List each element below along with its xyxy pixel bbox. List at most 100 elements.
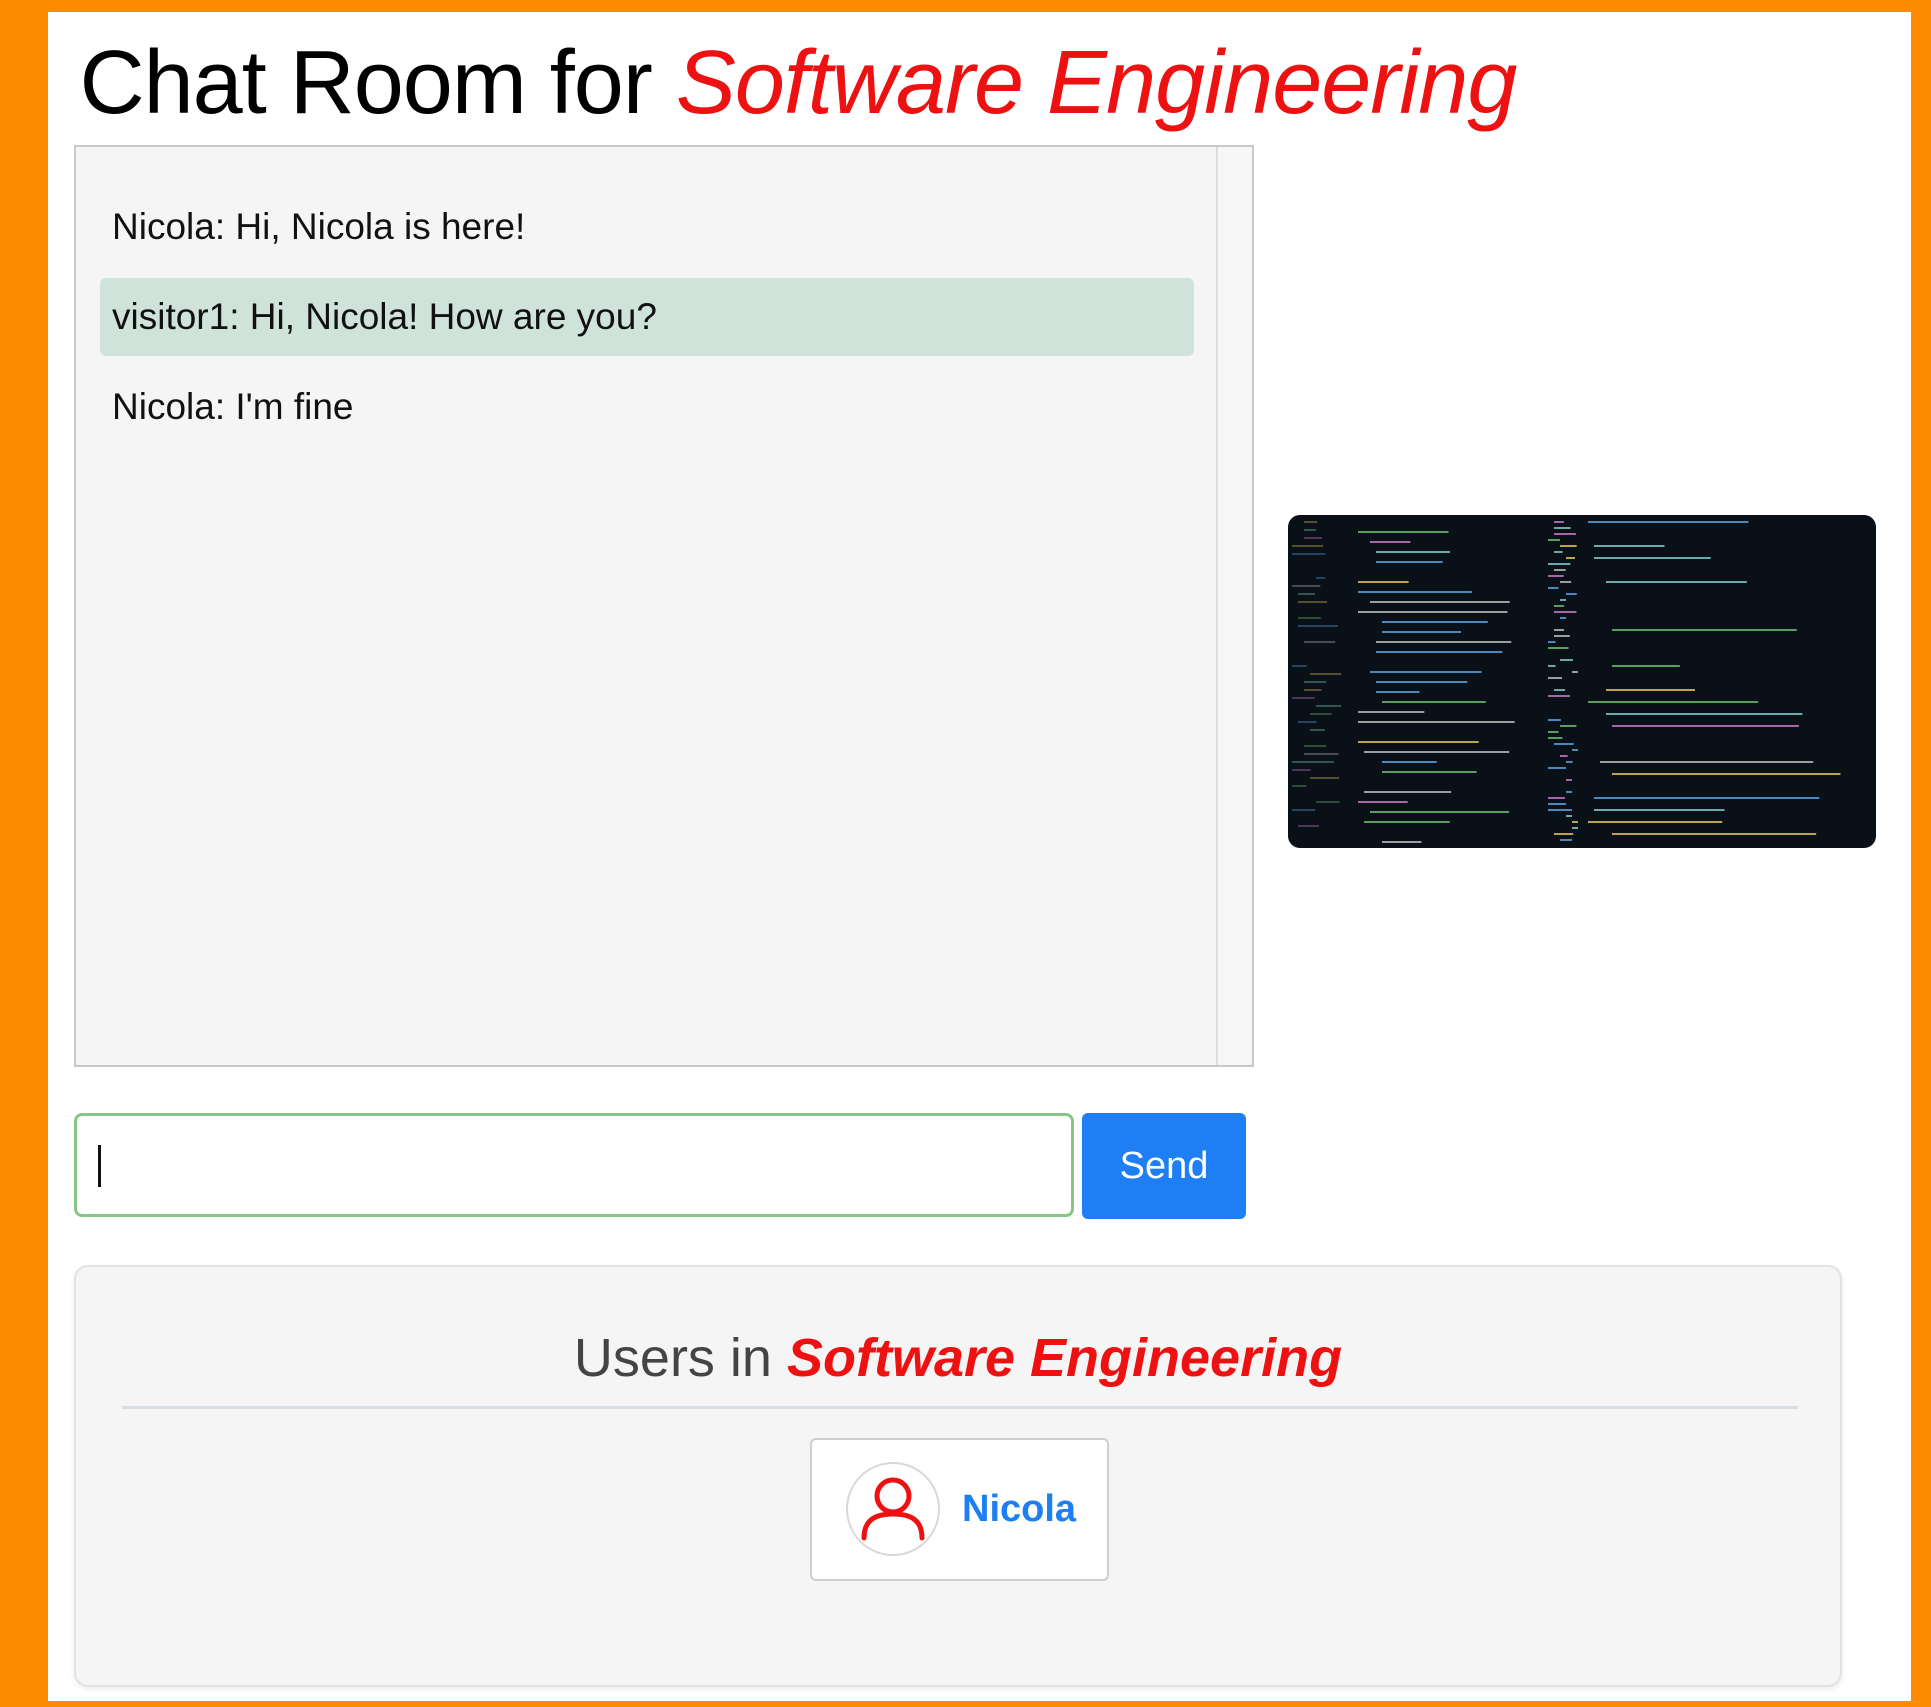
code-line [1298,721,1317,723]
code-line [1310,673,1342,675]
code-line [1316,801,1340,803]
code-line [1304,689,1322,691]
code-line [1554,527,1571,529]
code-line [1554,569,1566,571]
users-title-room: Software Engineering [786,1328,1343,1388]
avatar [846,1462,940,1556]
code-line [1612,833,1817,835]
code-line [1548,803,1566,805]
code-line [1370,601,1510,603]
code-line [1316,577,1326,579]
code-line [1606,581,1747,583]
code-line [1572,749,1578,751]
code-line [1298,593,1315,595]
code-line [1560,725,1577,727]
code-line [1548,575,1564,577]
code-line [1548,767,1566,769]
code-line [1572,671,1578,673]
code-line [1606,689,1696,691]
code-line [1292,761,1334,763]
code-line [1292,697,1315,699]
code-line [1588,701,1758,703]
user-card[interactable]: Nicola [810,1438,1109,1581]
text-caret [98,1145,101,1187]
code-line [1292,545,1324,547]
code-line [1382,761,1437,763]
code-line [1376,551,1450,553]
code-line [1292,553,1326,555]
code-line [1554,635,1570,637]
user-icon [861,1477,925,1541]
code-line [1358,591,1472,593]
code-line [1566,593,1577,595]
code-line [1566,779,1572,781]
code-line [1376,691,1420,693]
users-divider [122,1406,1798,1409]
message-input[interactable] [74,1113,1074,1217]
code-line [1292,809,1316,811]
code-line [1364,821,1450,823]
code-line [1292,769,1311,771]
code-line [1298,825,1320,827]
users-title-prefix: Users in [573,1328,787,1388]
code-line [1594,809,1725,811]
code-line [1370,671,1482,673]
code-line [1292,785,1307,787]
code-line [1358,581,1409,583]
code-line [1376,561,1443,563]
code-screenshot-image [1288,515,1876,848]
code-line [1572,827,1578,829]
code-line [1566,791,1572,793]
send-button[interactable]: Send [1082,1113,1246,1219]
code-line [1376,651,1503,653]
code-line [1382,841,1422,843]
code-lines-graphic [1292,521,1841,843]
chat-room-page: Chat Room for Software Engineering Nicol… [48,12,1911,1701]
code-line [1376,641,1512,643]
users-panel: Users in Software Engineering Nicola [74,1265,1842,1687]
code-line [1292,585,1321,587]
code-line [1560,659,1573,661]
code-line [1548,809,1573,811]
code-line [1292,665,1307,667]
code-line [1560,617,1566,619]
code-line [1304,529,1317,531]
code-line [1588,821,1723,823]
code-line [1304,537,1322,539]
code-line [1560,839,1572,841]
code-line [1382,701,1486,703]
code-line [1548,665,1556,667]
code-line [1376,681,1468,683]
code-line [1316,705,1342,707]
code-line [1612,629,1797,631]
code-line [1554,629,1565,631]
code-line [1358,741,1479,743]
code-line [1566,761,1573,763]
code-line [1594,797,1820,799]
code-line [1370,811,1510,813]
code-line [1548,587,1559,589]
code-line [1548,737,1563,739]
page-title: Chat Room for Software Engineering [48,32,1548,135]
chat-scrollbar[interactable] [1216,147,1252,1065]
code-line [1310,713,1332,715]
code-line [1358,711,1425,713]
user-name[interactable]: Nicola [962,1440,1076,1579]
code-line [1310,777,1340,779]
chat-messages-panel[interactable]: Nicola: Hi, Nicola is here! visitor1: Hi… [74,145,1254,1067]
code-line [1548,719,1561,721]
code-line [1594,557,1711,559]
chat-message-highlighted: visitor1: Hi, Nicola! How are you? [100,278,1194,356]
code-line [1560,755,1568,757]
page-title-prefix: Chat Room for [79,33,676,133]
code-line [1298,601,1328,603]
code-line [1358,531,1449,533]
code-line [1566,815,1572,817]
code-line [1554,833,1574,835]
code-line [1382,621,1488,623]
code-line [1304,681,1327,683]
code-line [1548,641,1556,643]
code-line [1382,771,1477,773]
code-line [1560,545,1577,547]
code-line [1548,539,1560,541]
